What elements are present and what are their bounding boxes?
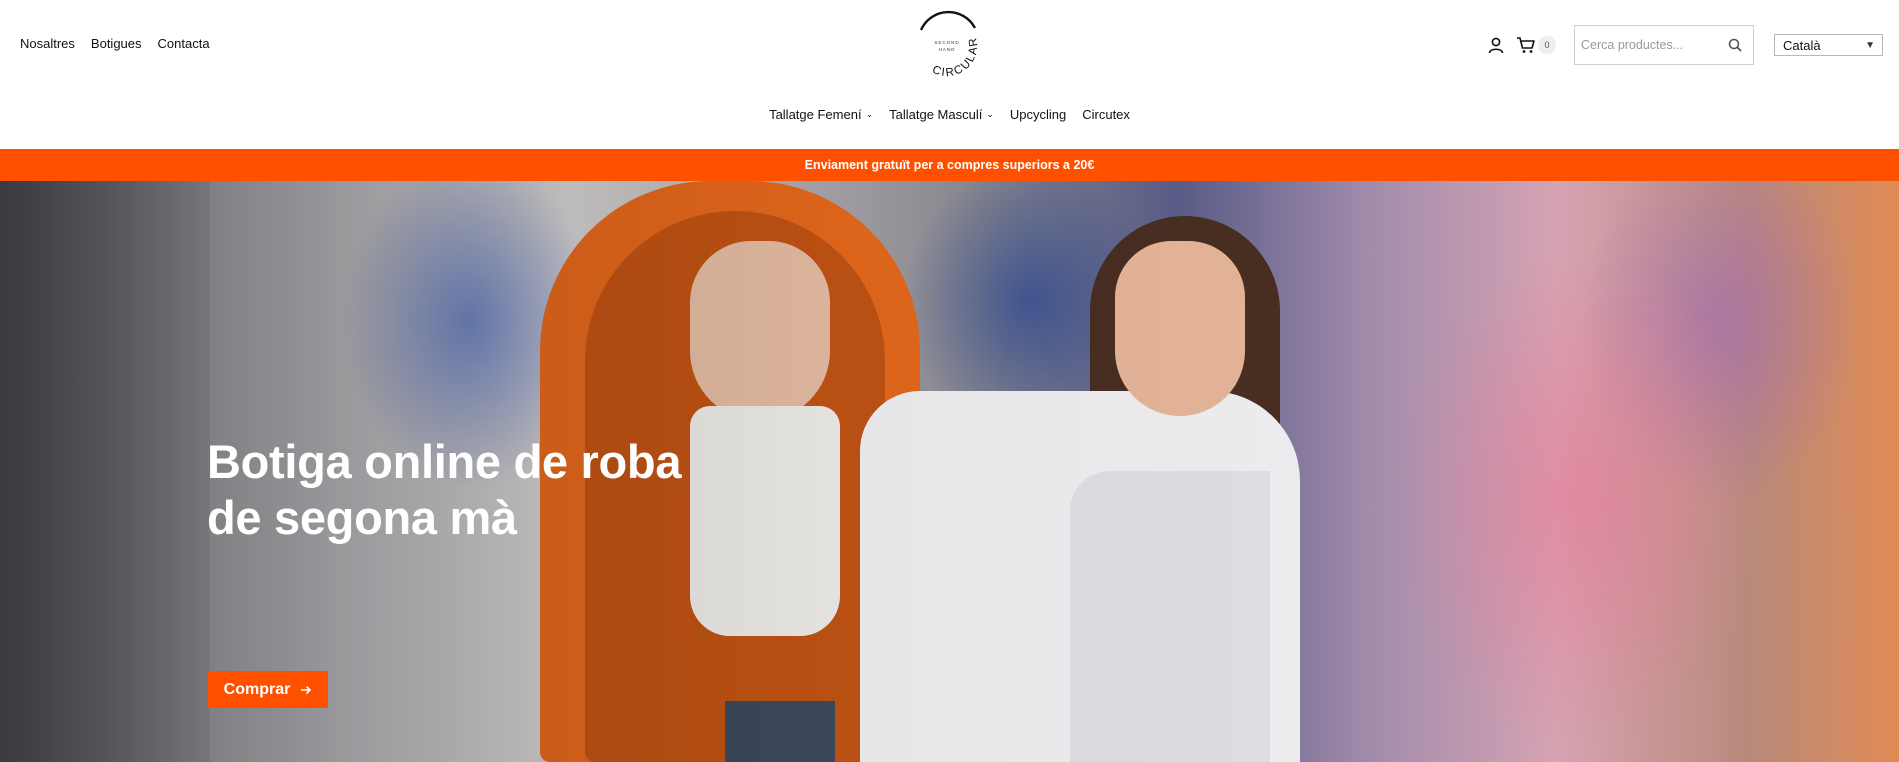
nav-item-label: Tallatge Masculí (889, 107, 983, 122)
promo-text: Enviament gratuït per a compres superior… (804, 158, 1095, 172)
promo-bar: Enviament gratuït per a compres superior… (0, 149, 1899, 181)
nav-link-botigues[interactable]: Botigues (91, 36, 142, 51)
nav-item-circutex[interactable]: Circutex (1082, 107, 1130, 122)
chevron-down-icon: ⌄ (865, 109, 874, 119)
circular-logo: CIRCULAR SECOND HAND (919, 10, 979, 79)
shop-now-button[interactable]: Comprar (208, 671, 328, 708)
hero-title-line-1: Botiga online de roba (207, 435, 682, 488)
account-button[interactable] (1482, 31, 1510, 59)
nav-item-label: Circutex (1082, 107, 1130, 122)
top-nav: Nosaltres Botigues Contacta (20, 36, 210, 51)
main-nav: Tallatge Femení ⌄ Tallatge Masculí ⌄ Upc… (0, 107, 1899, 122)
nav-item-upcycling[interactable]: Upcycling (1010, 107, 1066, 122)
hero-title-line-2: de segona mà (207, 491, 517, 544)
chevron-down-icon: ⌄ (986, 109, 994, 119)
search-input[interactable] (1575, 30, 1725, 60)
nav-link-contacta[interactable]: Contacta (158, 36, 210, 51)
cart-icon (1517, 37, 1535, 53)
search-button[interactable] (1727, 37, 1745, 55)
hero-banner: Botiga online de roba de segona mà Compr… (0, 181, 1899, 762)
arrow-right-icon (301, 685, 312, 694)
cart-count-badge: 0 (1538, 36, 1556, 54)
site-header: Nosaltres Botigues Contacta CIRCULAR SEC… (0, 0, 1899, 149)
search-box (1574, 25, 1754, 65)
nav-item-label: Upcycling (1009, 107, 1067, 122)
nav-item-label: Tallatge Femení (769, 107, 862, 122)
dropdown-caret-icon: ▼ (1865, 39, 1875, 51)
nav-item-tallatge-masculi[interactable]: Tallatge Masculí ⌄ (889, 107, 994, 122)
header-tools: 0 Català ▼ (1482, 25, 1883, 65)
hero-title: Botiga online de roba de segona mà (207, 434, 727, 546)
cta-label: Comprar (223, 680, 291, 698)
nav-item-tallatge-femeni[interactable]: Tallatge Femení ⌄ (769, 107, 873, 122)
language-select[interactable]: Català ▼ (1774, 34, 1883, 56)
search-icon (1728, 38, 1742, 52)
site-logo[interactable]: CIRCULAR SECOND HAND (905, 6, 989, 86)
logo-top-text: SECOND (934, 40, 959, 45)
user-icon (1488, 37, 1504, 54)
cart-button[interactable]: 0 (1516, 36, 1556, 54)
nav-link-nosaltres[interactable]: Nosaltres (20, 36, 75, 51)
logo-mid-text: HAND (939, 47, 956, 52)
language-selected: Català (1783, 37, 1821, 53)
